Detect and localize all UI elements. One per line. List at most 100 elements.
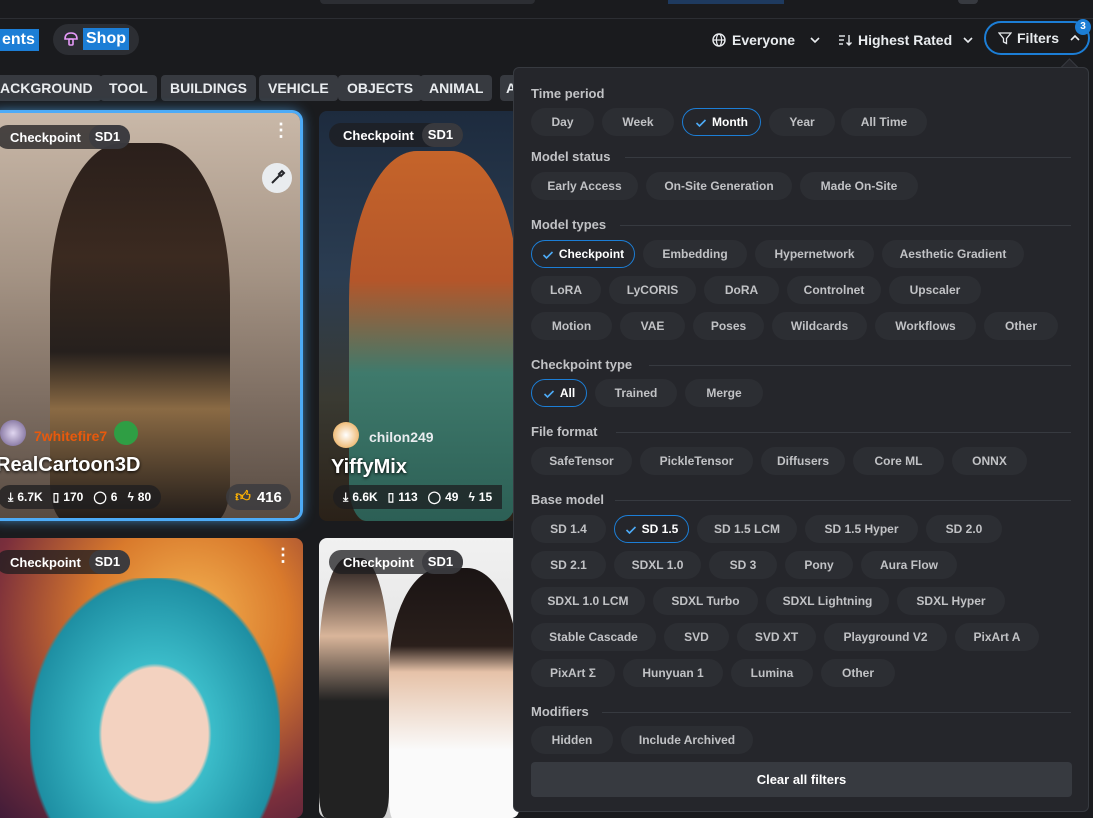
model-card[interactable]: Checkpoint SD1 chilon249 YiffyMix ⤓ 6.6K … (319, 111, 519, 521)
filter-chip-sd-2-1[interactable]: SD 2.1 (531, 551, 606, 579)
category-chip[interactable]: OBJECTS (338, 75, 423, 101)
model-card[interactable]: Checkpoint SD1 ⋮ 7whitefire7 RealCartoon… (0, 113, 300, 518)
category-chip[interactable]: VEHICLE (259, 75, 338, 101)
avatar-edge[interactable] (958, 0, 978, 4)
filter-chip-poses[interactable]: Poses (693, 312, 764, 340)
creator-name[interactable]: chilon249 (369, 429, 434, 445)
filter-chip-upscaler[interactable]: Upscaler (889, 276, 981, 304)
filter-chip-playground-v2[interactable]: Playground V2 (824, 623, 947, 651)
filter-chip-sd-1-5-hyper[interactable]: SD 1.5 Hyper (805, 515, 918, 543)
chevron-down-icon (963, 36, 973, 43)
brush-icon[interactable] (262, 163, 292, 193)
shop-button[interactable]: Shop (53, 24, 139, 55)
filter-chip-pony[interactable]: Pony (785, 551, 853, 579)
filter-chip-on-site-generation[interactable]: On-Site Generation (646, 172, 792, 200)
filter-chip-svd[interactable]: SVD (664, 623, 729, 651)
filter-chip-diffusers[interactable]: Diffusers (761, 447, 845, 475)
section-title-modifiers: Modifiers (531, 704, 589, 719)
chip-label: SD 1.5 (641, 522, 679, 536)
filter-chip-svd-xt[interactable]: SVD XT (737, 623, 816, 651)
model-card[interactable]: Checkpoint SD1 (319, 538, 519, 818)
sort-dropdown[interactable]: Highest Rated (838, 24, 974, 55)
filter-chip-sd-1-5[interactable]: SD 1.5 (614, 515, 689, 543)
filter-chip-other-type[interactable]: Other (984, 312, 1058, 340)
filter-chip-sdxl-lightning[interactable]: SDXL Lightning (766, 587, 889, 615)
section-title-file-format: File format (531, 424, 598, 439)
filter-chip-sdxl-1-0-lcm[interactable]: SDXL 1.0 LCM (531, 587, 645, 615)
filter-chip-pixart-sigma[interactable]: PixArt Σ (531, 659, 615, 687)
filter-chip-month[interactable]: Month (682, 108, 761, 136)
filter-chip-workflows[interactable]: Workflows (875, 312, 976, 340)
filter-chip-core-ml[interactable]: Core ML (853, 447, 944, 475)
filter-chip-sd-1-4[interactable]: SD 1.4 (531, 515, 606, 543)
filter-chip-pixart-a[interactable]: PixArt A (955, 623, 1039, 651)
filter-chip-checkpoint[interactable]: Checkpoint (531, 240, 635, 268)
filter-chip-merge[interactable]: Merge (685, 379, 763, 407)
filter-chip-lycoris[interactable]: LyCORIS (609, 276, 696, 304)
chip-label: Month (712, 115, 748, 129)
filter-chip-all-time[interactable]: All Time (841, 108, 927, 136)
filter-chip-sdxl-1-0[interactable]: SDXL 1.0 (614, 551, 701, 579)
search-bar-edge[interactable] (320, 0, 535, 4)
section-title-model-types: Model types (531, 217, 607, 232)
filter-chip-controlnet[interactable]: Controlnet (787, 276, 881, 304)
filter-chip-trained[interactable]: Trained (595, 379, 677, 407)
filter-chip-dora[interactable]: DoRA (704, 276, 779, 304)
filter-chip-embedding[interactable]: Embedding (643, 240, 747, 268)
creator-name[interactable]: 7whitefire7 (34, 428, 107, 444)
model-name[interactable]: RealCartoon3D (0, 454, 140, 477)
filter-chip-vae[interactable]: VAE (620, 312, 685, 340)
filter-chip-sdxl-hyper[interactable]: SDXL Hyper (897, 587, 1005, 615)
filter-chip-sd-2-0[interactable]: SD 2.0 (926, 515, 1002, 543)
filter-chip-hunyuan-1[interactable]: Hunyuan 1 (623, 659, 723, 687)
filter-chip-include-archived[interactable]: Include Archived (621, 726, 753, 754)
thumbs-up-icon: 👍︎ (235, 488, 251, 505)
category-chip[interactable]: ANIMAL (420, 75, 493, 101)
filter-chip-wildcards[interactable]: Wildcards (772, 312, 867, 340)
filter-chip-pickletensor[interactable]: PickleTensor (640, 447, 753, 475)
model-name[interactable]: YiffyMix (331, 456, 407, 479)
category-chip[interactable]: TOOL (100, 75, 157, 101)
create-button-edge[interactable] (668, 0, 784, 4)
clear-all-filters-button[interactable]: Clear all filters (531, 762, 1072, 797)
filter-chip-lumina[interactable]: Lumina (731, 659, 813, 687)
avatar[interactable] (333, 422, 359, 448)
filter-chip-hypernetwork[interactable]: Hypernetwork (755, 240, 874, 268)
filter-chip-hidden[interactable]: Hidden (531, 726, 613, 754)
filter-chip-week[interactable]: Week (602, 108, 674, 136)
more-vertical-icon[interactable]: ⋮ (274, 546, 292, 564)
tips-count: 80 (137, 490, 152, 504)
filter-chip-year[interactable]: Year (769, 108, 835, 136)
base-label: SD1 (421, 550, 464, 574)
filter-chip-sd-1-5-lcm[interactable]: SD 1.5 LCM (697, 515, 797, 543)
avatar[interactable] (0, 420, 26, 446)
filter-chip-aesthetic-gradient[interactable]: Aesthetic Gradient (882, 240, 1024, 268)
card-image (319, 558, 389, 818)
category-chip[interactable]: BUILDINGS (161, 75, 256, 101)
filter-chip-all[interactable]: All (531, 379, 587, 407)
model-card[interactable]: Checkpoint SD1 ⋮ (0, 538, 303, 818)
filter-chip-aura-flow[interactable]: Aura Flow (861, 551, 957, 579)
everyone-label: Everyone (732, 31, 796, 48)
filter-chip-motion[interactable]: Motion (531, 312, 612, 340)
saves-count: 113 (398, 490, 418, 504)
filter-chip-sd-3[interactable]: SD 3 (709, 551, 777, 579)
filter-chip-stable-cascade[interactable]: Stable Cascade (531, 623, 656, 651)
filter-chip-day[interactable]: Day (531, 108, 594, 136)
card-type-badge: Checkpoint SD1 (329, 550, 464, 574)
filter-chip-sdxl-turbo[interactable]: SDXL Turbo (653, 587, 758, 615)
category-chip[interactable]: ACKGROUND (0, 75, 102, 101)
likes-button[interactable]: 👍︎ 416 (226, 484, 291, 510)
card-type-badge: Checkpoint SD1 (0, 125, 131, 149)
everyone-dropdown[interactable]: Everyone (712, 24, 821, 55)
more-vertical-icon[interactable]: ⋮ (272, 121, 290, 139)
filter-chip-made-on-site[interactable]: Made On-Site (800, 172, 918, 200)
filter-chip-early-access[interactable]: Early Access (531, 172, 638, 200)
filter-chip-other-base[interactable]: Other (821, 659, 895, 687)
comment-icon: ◯ (93, 490, 107, 504)
sort-icon (839, 34, 852, 46)
nav-events-link[interactable]: ents (0, 29, 39, 51)
filter-chip-lora[interactable]: LoRA (531, 276, 601, 304)
filter-chip-onnx[interactable]: ONNX (952, 447, 1027, 475)
filter-chip-safetensor[interactable]: SafeTensor (531, 447, 632, 475)
